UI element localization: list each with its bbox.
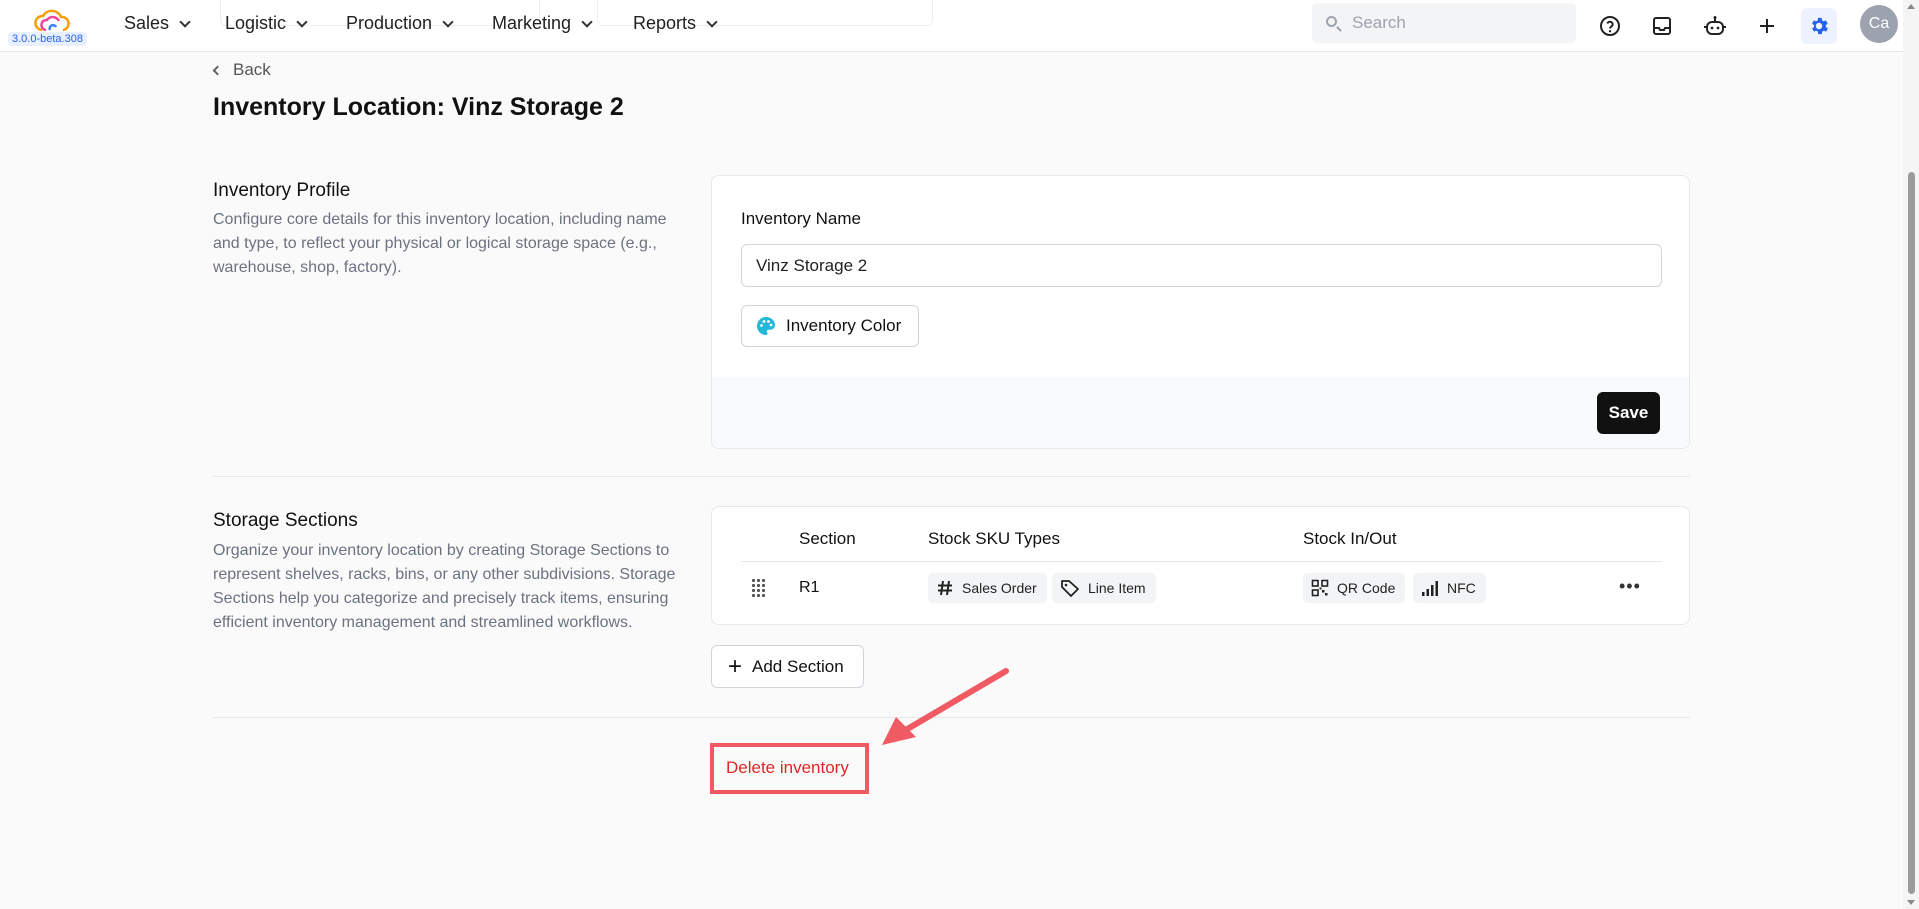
app-logo[interactable]: 3.0.0-beta.308 xyxy=(6,6,96,48)
nav-logistic[interactable]: Logistic xyxy=(225,13,308,34)
add-section-button[interactable]: + Add Section xyxy=(711,645,864,688)
cloud-logo-icon xyxy=(34,9,70,32)
nav-sales[interactable]: Sales xyxy=(124,13,191,34)
column-header-sku-types: Stock SKU Types xyxy=(928,529,1060,548)
search-icon xyxy=(1326,16,1337,27)
nav-reports[interactable]: Reports xyxy=(633,13,718,34)
profile-section-description: Configure core details for this inventor… xyxy=(213,211,667,276)
stock-method-chip: NFC xyxy=(1413,573,1486,603)
chevron-down-icon xyxy=(706,15,718,28)
version-badge: 3.0.0-beta.308 xyxy=(8,32,87,46)
nav-marketing[interactable]: Marketing xyxy=(492,13,593,34)
palette-icon xyxy=(757,317,775,335)
settings-button[interactable] xyxy=(1801,8,1837,44)
drag-handle-icon[interactable] xyxy=(752,579,765,597)
help-button[interactable] xyxy=(1592,8,1628,44)
inventory-name-label: Inventory Name xyxy=(741,209,861,228)
section-name-cell: R1 xyxy=(799,579,820,596)
storage-section-description: Organize your inventory location by crea… xyxy=(213,542,676,631)
assistant-button[interactable] xyxy=(1697,8,1733,44)
scroll-down-arrow[interactable] xyxy=(1907,900,1915,905)
scrollbar-thumb[interactable] xyxy=(1908,172,1915,894)
page-title: Inventory Location: Vinz Storage 2 xyxy=(213,93,624,121)
profile-card: Inventory Name Inventory Color Save xyxy=(711,175,1690,449)
create-button[interactable] xyxy=(1749,8,1785,44)
signal-bars-icon xyxy=(1422,581,1438,596)
search-box[interactable] xyxy=(1312,3,1576,43)
tag-icon xyxy=(1061,580,1079,597)
avatar[interactable]: Ca xyxy=(1860,5,1898,43)
search-input[interactable] xyxy=(1352,13,1562,33)
hashtag-icon xyxy=(938,580,952,596)
sku-type-chip: Sales Order xyxy=(928,573,1047,603)
chevron-left-icon xyxy=(212,65,223,75)
nav-production[interactable]: Production xyxy=(346,13,454,34)
top-navigation-bar: 3.0.0-beta.308 Sales Logistic Production… xyxy=(0,0,1903,52)
row-more-options-icon[interactable]: ••• xyxy=(1619,577,1641,595)
plus-icon xyxy=(1760,19,1774,33)
chevron-down-icon xyxy=(581,15,593,28)
chevron-down-icon xyxy=(179,15,191,28)
plus-icon: + xyxy=(728,652,743,680)
column-header-section: Section xyxy=(799,529,856,548)
storage-section-title: Storage Sections xyxy=(213,510,358,531)
save-button[interactable]: Save xyxy=(1597,392,1660,434)
gear-icon xyxy=(1812,17,1828,35)
stock-method-chip: QR Code xyxy=(1303,573,1406,603)
annotation-arrow-icon xyxy=(882,668,1009,745)
robot-icon xyxy=(1704,16,1726,35)
table-header-divider xyxy=(741,561,1662,562)
inbox-icon xyxy=(1653,17,1671,35)
storage-sections-table: Section Stock SKU Types Stock In/Out R1 … xyxy=(711,506,1690,625)
chevron-down-icon xyxy=(442,15,454,28)
inbox-button[interactable] xyxy=(1644,8,1680,44)
delete-inventory-button[interactable]: Delete inventory xyxy=(726,758,849,778)
help-circle-icon xyxy=(1600,16,1620,36)
inventory-name-input[interactable] xyxy=(741,244,1662,287)
section-divider xyxy=(213,476,1690,477)
qr-code-icon xyxy=(1311,579,1329,597)
profile-card-footer: Save xyxy=(712,377,1689,448)
scroll-up-arrow[interactable] xyxy=(1907,4,1915,9)
inventory-color-button[interactable]: Inventory Color xyxy=(741,305,919,347)
profile-section-title: Inventory Profile xyxy=(213,180,351,201)
column-header-stock-in-out: Stock In/Out xyxy=(1303,529,1397,548)
back-link[interactable]: Back xyxy=(212,60,271,80)
sku-type-chip: Line Item xyxy=(1052,573,1156,603)
chevron-down-icon xyxy=(296,15,308,28)
